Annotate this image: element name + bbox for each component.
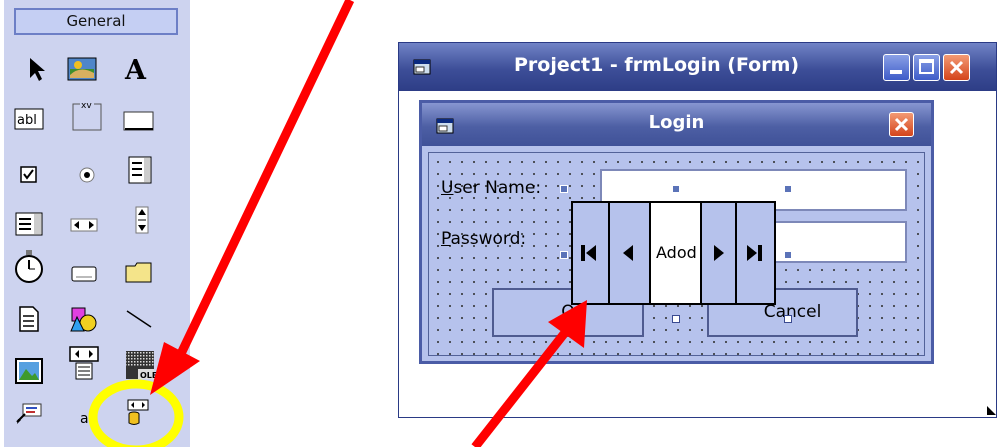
- annotation-arrows: [150, 0, 587, 447]
- arrow-to-adodc-tool: [150, 0, 355, 395]
- arrow-to-adodc-control: [471, 300, 587, 447]
